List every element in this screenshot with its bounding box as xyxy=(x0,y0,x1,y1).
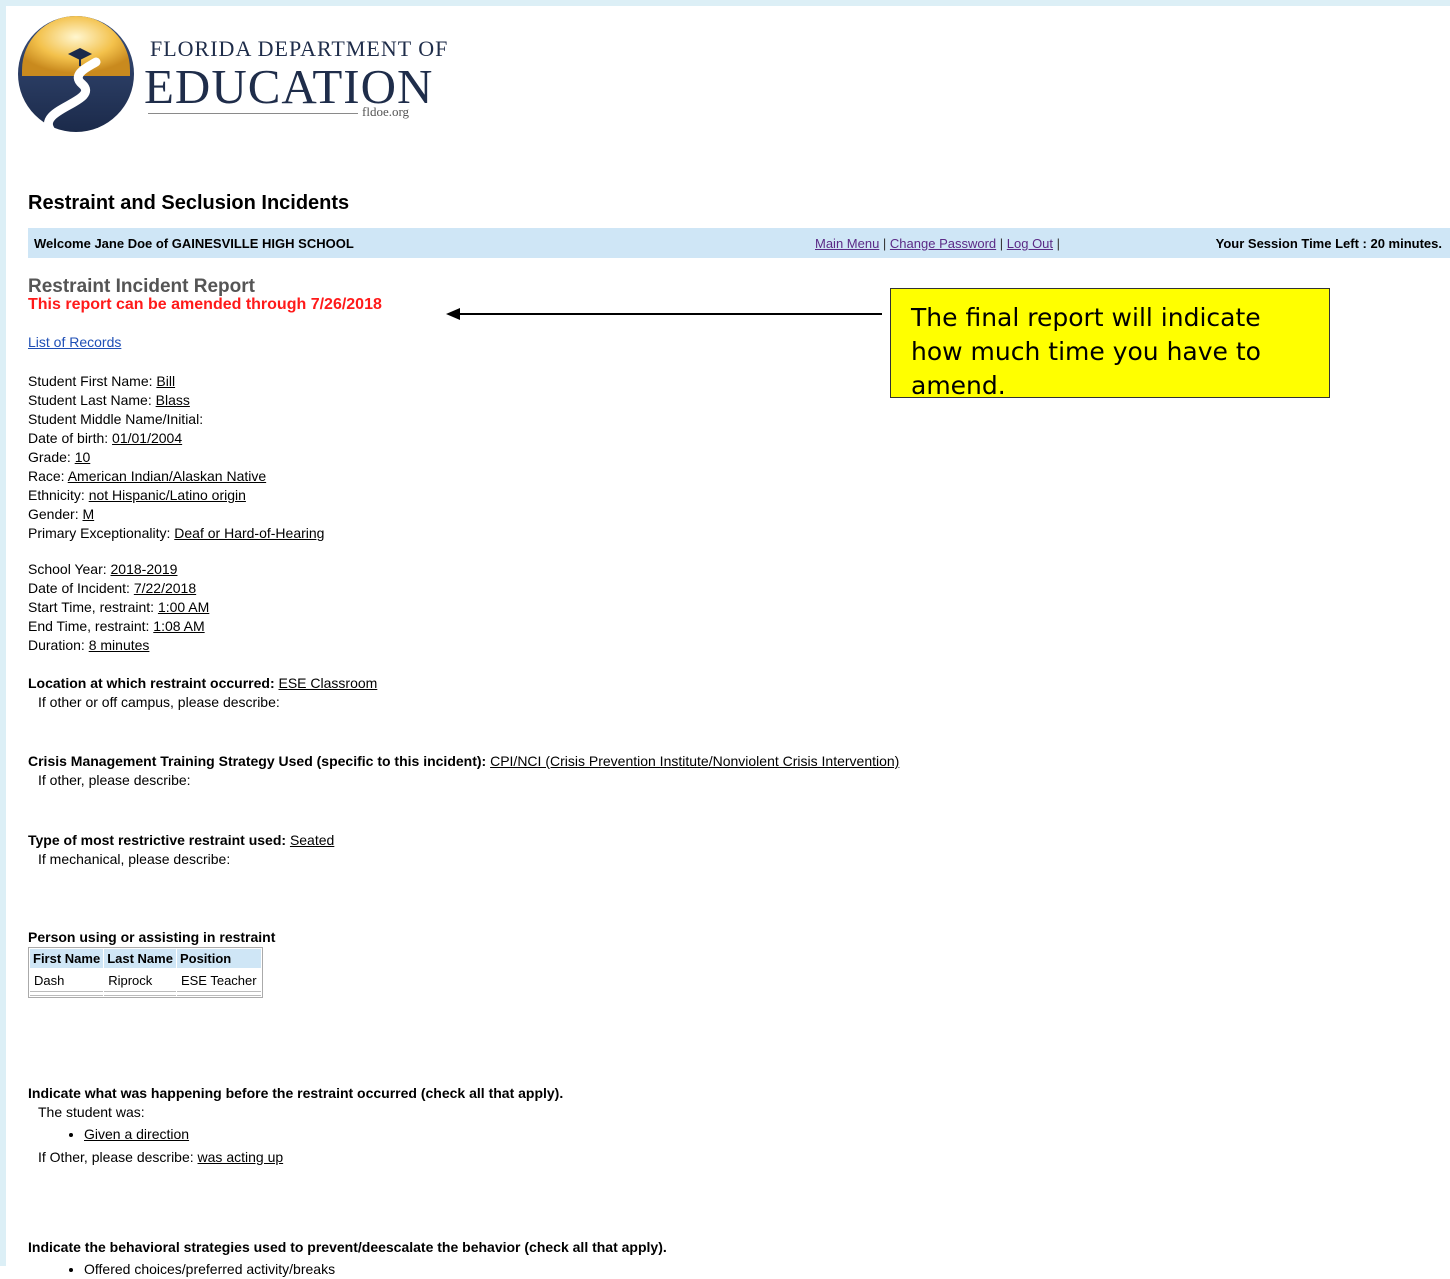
cell-position: ESE Teacher xyxy=(176,969,261,992)
column-header-position: Position xyxy=(176,949,261,968)
list-item: Given a direction xyxy=(84,1124,563,1144)
cell-first-name: Dash xyxy=(30,969,104,992)
field-race: Race: American Indian/Alaskan Native xyxy=(28,468,267,484)
cell-last-name: Riprock xyxy=(104,969,176,992)
page-frame: FLORIDA DEPARTMENT OF EDUCATION fldoe.or… xyxy=(0,0,1450,1277)
mechanical-describe-prompt: If mechanical, please describe: xyxy=(38,851,231,867)
table-row-empty xyxy=(30,993,261,996)
table-row: Dash Riprock ESE Teacher xyxy=(30,969,261,992)
before-restraint-heading: Indicate what was happening before the r… xyxy=(28,1085,564,1101)
crisis-strategy-label: Crisis Management Training Strategy Used… xyxy=(28,753,491,769)
restraint-type-label: Type of most restrictive restraint used: xyxy=(28,832,290,848)
log-out-link[interactable]: Log Out xyxy=(1007,236,1053,251)
strategies-list: Offered choices/preferred activity/break… xyxy=(28,1259,667,1279)
field-gender: Gender: M xyxy=(28,506,95,522)
location-section: Location at which restraint occurred: ES… xyxy=(28,674,377,712)
before-restraint-list: Given a direction xyxy=(28,1124,563,1144)
list-of-records-link[interactable]: List of Records xyxy=(28,334,121,350)
before-other-field: If Other, please describe: was acting up xyxy=(38,1149,284,1165)
strategies-heading: Indicate the behavioral strategies used … xyxy=(28,1239,667,1255)
persons-heading: Person using or assisting in restraint xyxy=(28,929,276,945)
incident-info: School Year: 2018-2019 Date of Incident:… xyxy=(28,560,209,655)
field-dob: Date of birth: 01/01/2004 xyxy=(28,430,183,446)
session-time-text: Your Session Time Left : 20 minutes. xyxy=(1215,236,1442,251)
column-header-last-name: Last Name xyxy=(104,949,176,968)
annotation-arrow xyxy=(458,313,882,315)
location-label: Location at which restraint occurred: xyxy=(28,675,279,691)
field-incident-date: Date of Incident: 7/22/2018 xyxy=(28,580,197,596)
before-restraint-prompt: The student was: xyxy=(38,1104,145,1120)
restraint-type-section: Type of most restrictive restraint used:… xyxy=(28,831,334,869)
annotation-callout: The final report will indicate how much … xyxy=(890,288,1330,400)
field-school-year: School Year: 2018-2019 xyxy=(28,561,178,577)
crisis-other-prompt: If other, please describe: xyxy=(38,772,191,788)
logo-rule xyxy=(148,113,358,114)
field-exceptionality: Primary Exceptionality: Deaf or Hard-of-… xyxy=(28,525,325,541)
crisis-strategy-value: CPI/NCI (Crisis Prevention Institute/Non… xyxy=(490,753,900,769)
fldoe-logo: FLORIDA DEPARTMENT OF EDUCATION fldoe.or… xyxy=(12,14,452,136)
persons-table: First Name Last Name Position Dash Ripro… xyxy=(28,947,263,998)
list-item: Offered choices/preferred activity/break… xyxy=(84,1259,667,1279)
logo-domain-text: fldoe.org xyxy=(362,104,410,119)
field-first-name: Student First Name: Bill xyxy=(28,373,176,389)
field-duration: Duration: 8 minutes xyxy=(28,637,150,653)
page-title: Restraint and Seclusion Incidents xyxy=(28,192,350,214)
location-value: ESE Classroom xyxy=(278,675,378,691)
nav-bar: Welcome Jane Doe of GAINESVILLE HIGH SCH… xyxy=(28,228,1450,258)
student-info: Student First Name: Bill Student Last Na… xyxy=(28,372,324,543)
column-header-first-name: First Name xyxy=(30,949,104,968)
field-last-name: Student Last Name: Blass xyxy=(28,392,190,408)
report-title: Restraint Incident Report xyxy=(28,276,255,297)
welcome-text: Welcome Jane Doe of GAINESVILLE HIGH SCH… xyxy=(34,236,354,251)
field-middle-name: Student Middle Name/Initial: xyxy=(28,411,204,427)
field-ethnicity: Ethnicity: not Hispanic/Latino origin xyxy=(28,487,246,503)
nav-links: Main Menu | Change Password | Log Out | xyxy=(815,236,1061,251)
persons-table-header: First Name Last Name Position xyxy=(30,949,261,968)
location-other-prompt: If other or off campus, please describe: xyxy=(38,694,280,710)
amend-deadline-note: This report can be amended through 7/26/… xyxy=(28,296,382,313)
restraint-type-value: Seated xyxy=(289,832,335,848)
before-restraint-section: Indicate what was happening before the r… xyxy=(28,1084,563,1167)
main-menu-link[interactable]: Main Menu xyxy=(815,236,879,251)
crisis-strategy-section: Crisis Management Training Strategy Used… xyxy=(28,752,899,790)
logo-emblem-icon xyxy=(18,16,134,136)
change-password-link[interactable]: Change Password xyxy=(890,236,996,251)
field-grade: Grade: 10 xyxy=(28,449,91,465)
strategies-section: Indicate the behavioral strategies used … xyxy=(28,1238,667,1279)
field-end-time: End Time, restraint: 1:08 AM xyxy=(28,618,205,634)
field-start-time: Start Time, restraint: 1:00 AM xyxy=(28,599,210,615)
